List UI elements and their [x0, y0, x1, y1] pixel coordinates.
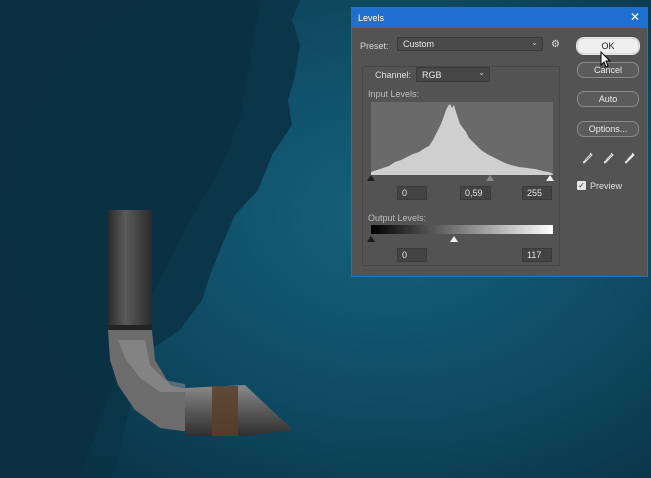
- input-white-handle[interactable]: [546, 175, 554, 181]
- input-gamma-value: 0,59: [465, 188, 483, 198]
- preview-checkbox[interactable]: ✓: [577, 181, 586, 190]
- options-button[interactable]: Options...: [577, 121, 639, 137]
- input-gamma-handle[interactable]: [486, 175, 494, 181]
- input-black-handle[interactable]: [367, 175, 375, 181]
- output-levels-slider[interactable]: [367, 236, 553, 242]
- channel-value: RGB: [422, 70, 442, 80]
- black-point-eyedropper-icon[interactable]: [583, 152, 593, 164]
- channel-label: Channel:: [375, 70, 412, 80]
- white-point-eyedropper-icon[interactable]: [625, 152, 635, 164]
- output-white-handle[interactable]: [450, 236, 458, 242]
- histogram: [371, 102, 553, 175]
- input-white-value: 255: [527, 188, 543, 198]
- output-gradient: [371, 225, 553, 234]
- input-black-field[interactable]: 0: [397, 186, 427, 200]
- close-icon[interactable]: ✕: [630, 11, 640, 23]
- output-white-field[interactable]: 117: [522, 248, 552, 262]
- input-white-field[interactable]: 255: [522, 186, 552, 200]
- pipe-vertical: [108, 210, 152, 330]
- chevron-down-icon: ⌄: [531, 38, 538, 47]
- output-black-field[interactable]: 0: [397, 248, 427, 262]
- preview-label: Preview: [590, 181, 623, 191]
- mouse-cursor-icon: [600, 51, 612, 68]
- output-levels-label: Output Levels:: [368, 213, 427, 223]
- preset-dropdown[interactable]: Custom ⌄: [397, 37, 543, 51]
- input-levels-slider[interactable]: [367, 175, 554, 181]
- output-white-value: 117: [527, 250, 542, 260]
- preset-value: Custom: [403, 39, 435, 49]
- input-gamma-field[interactable]: 0,59: [460, 186, 491, 200]
- dialog-title: Levels: [358, 13, 385, 23]
- input-black-value: 0: [402, 188, 408, 198]
- auto-button[interactable]: Auto: [577, 91, 639, 107]
- chevron-down-icon: ⌄: [478, 68, 485, 77]
- channel-dropdown[interactable]: RGB ⌄: [416, 67, 490, 82]
- dialog-titlebar[interactable]: Levels ✕: [352, 8, 647, 28]
- gear-icon[interactable]: ⚙: [551, 39, 560, 50]
- preset-label: Preset:: [360, 41, 389, 51]
- output-black-handle[interactable]: [367, 236, 375, 242]
- output-black-value: 0: [402, 250, 408, 260]
- input-levels-label: Input Levels:: [368, 89, 420, 99]
- gray-point-eyedropper-icon[interactable]: [604, 152, 614, 164]
- levels-dialog: Levels ✕ Preset: Custom ⌄ ⚙ Channel: RGB…: [351, 7, 648, 277]
- histogram-shape: [371, 104, 553, 175]
